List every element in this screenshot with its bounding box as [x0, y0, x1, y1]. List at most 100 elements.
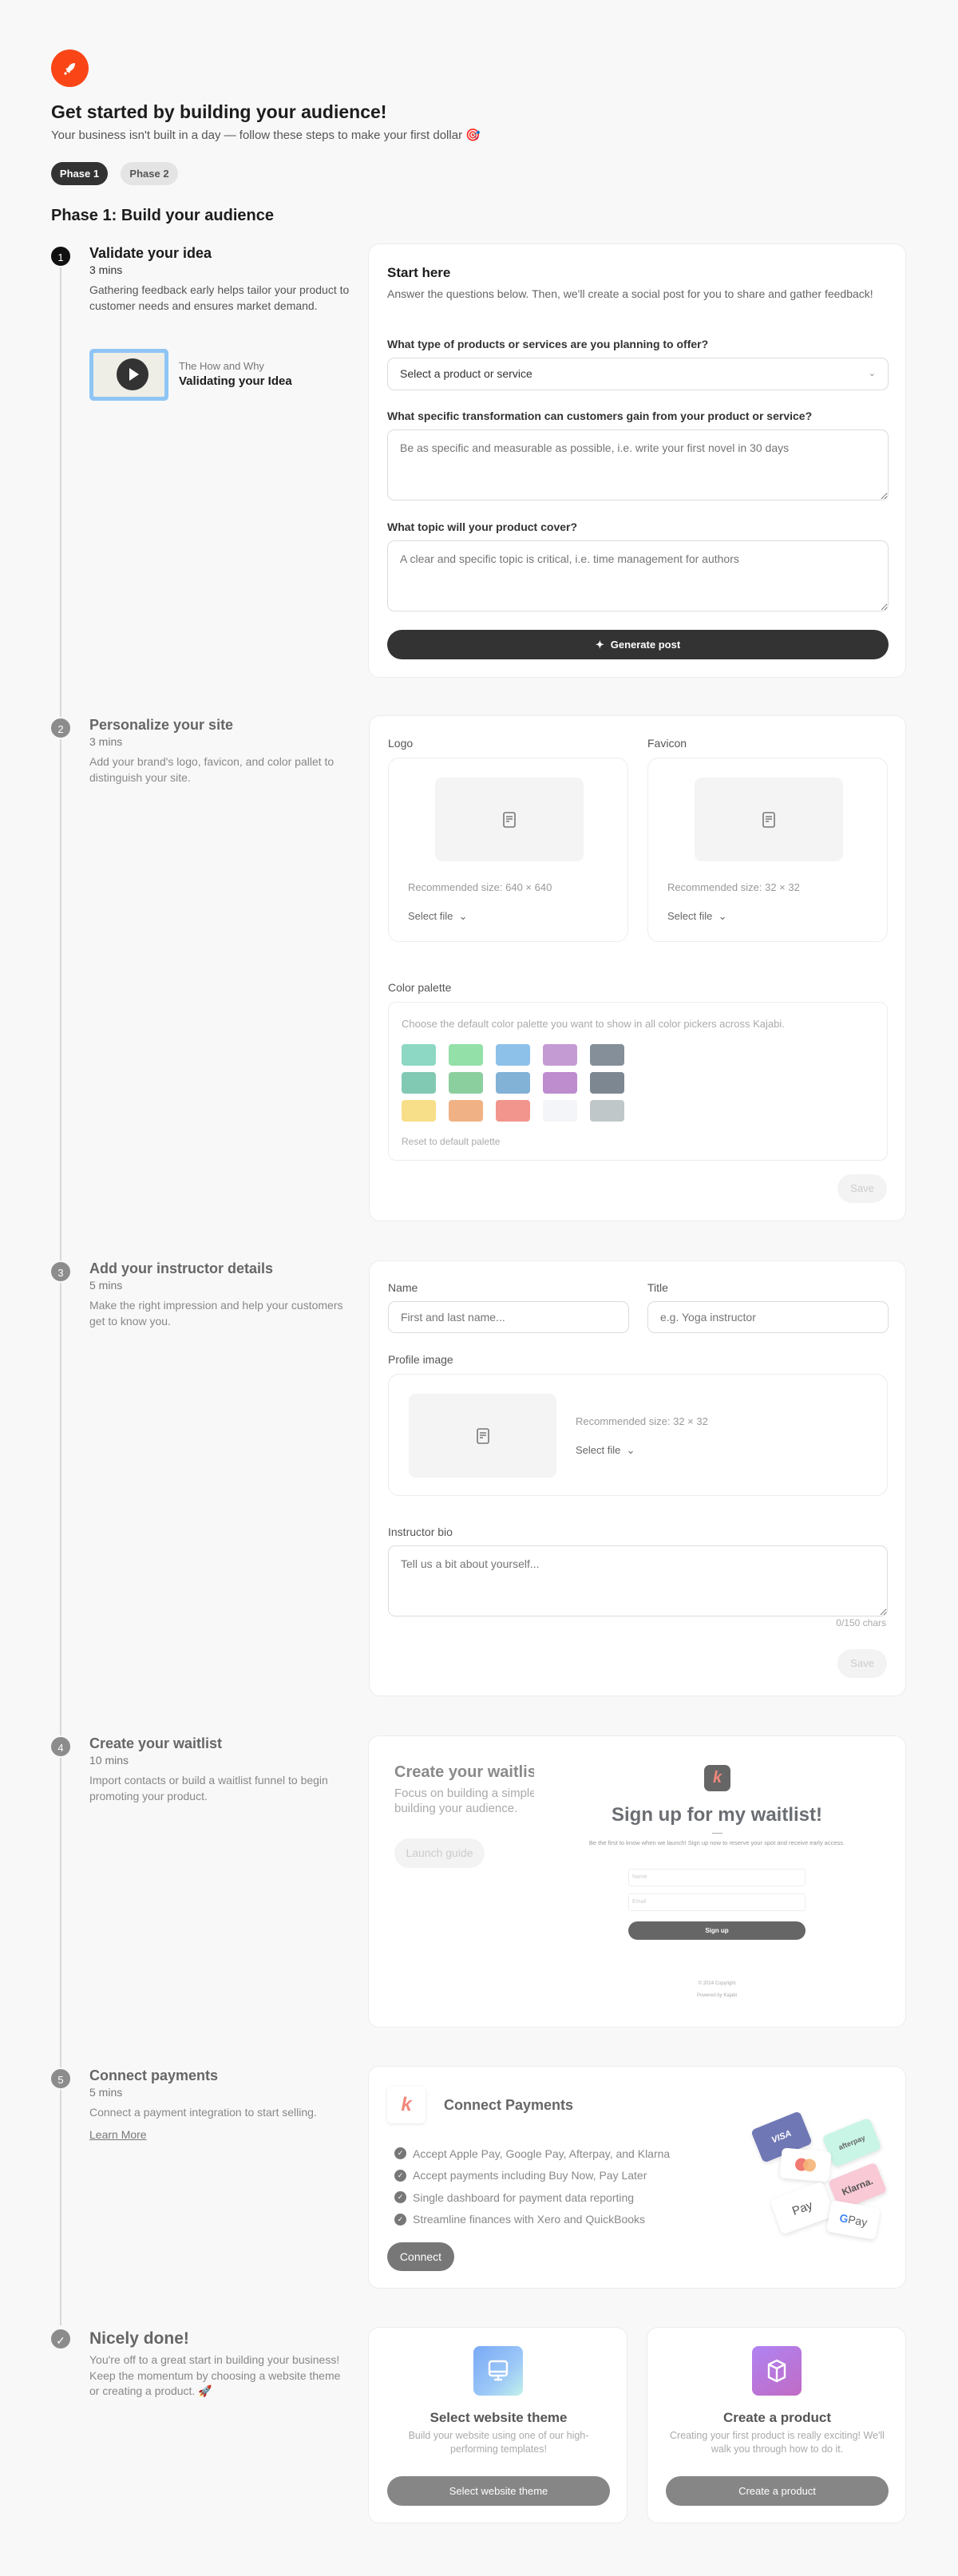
tab-phase-1[interactable]: Phase 1	[51, 162, 108, 185]
step-title: Personalize your site	[89, 717, 234, 733]
product-type-label: What type of products or services are yo…	[387, 338, 709, 350]
logo-select-file[interactable]: Select file ⌄	[408, 910, 468, 923]
profile-image-label: Profile image	[388, 1353, 453, 1366]
payments-title: Connect Payments	[444, 2097, 574, 2113]
transformation-textarea[interactable]	[387, 429, 889, 501]
file-icon	[695, 778, 843, 861]
preview-copyright: © 2024 Copyright	[698, 1981, 736, 1986]
logo-uploader[interactable]: Recommended size: 640 × 640 Select file …	[388, 758, 628, 942]
color-swatch[interactable]	[402, 1044, 436, 1066]
step-payments: Connect payments 5 mins Connect a paymen…	[89, 2067, 353, 2143]
connect-button[interactable]: Connect	[387, 2242, 454, 2271]
step-1-badge: 1	[49, 245, 72, 267]
profile-select-file[interactable]: Select file ⌄	[576, 1444, 635, 1457]
color-swatch[interactable]	[496, 1072, 530, 1094]
benefit-item: Accept payments including Buy Now, Pay L…	[413, 2169, 647, 2182]
color-swatch[interactable]	[402, 1100, 436, 1122]
color-swatch[interactable]	[449, 1044, 483, 1066]
waitlist-intro: Create your waitlist Focus on building a…	[394, 1762, 534, 1816]
check-circle-icon: ✓	[394, 2191, 406, 2204]
reset-palette-link[interactable]: Reset to default palette	[402, 1135, 500, 1148]
create-product-button[interactable]: Create a product	[666, 2476, 889, 2506]
title-input[interactable]	[647, 1301, 889, 1333]
box-icon	[752, 2346, 802, 2396]
rocket-icon	[51, 49, 89, 87]
step-4-badge: 4	[49, 1735, 72, 1758]
google-pay-card-icon: G Pay	[825, 2199, 881, 2241]
product-type-select[interactable]: Select a product or service ⌄	[387, 358, 889, 390]
step-instructor: Add your instructor details 5 mins Make …	[89, 1260, 353, 1329]
chevron-down-icon: ⌄	[868, 369, 876, 378]
favicon-uploader[interactable]: Recommended size: 32 × 32 Select file ⌄	[647, 758, 888, 942]
card-title: Select website theme	[430, 2410, 568, 2425]
save-button[interactable]: Save	[837, 1649, 887, 1678]
video-kicker: The How and Why	[179, 360, 264, 372]
check-circle-icon: ✓	[394, 2169, 406, 2182]
video-thumbnail[interactable]	[89, 349, 168, 401]
color-swatch[interactable]	[543, 1044, 577, 1066]
step-description: Gathering feedback early helps tailor yo…	[89, 283, 350, 312]
step-title: Add your instructor details	[89, 1260, 274, 1276]
step-description: Make the right impression and help your …	[89, 1299, 343, 1328]
step-2-badge: 2	[49, 717, 72, 739]
profile-image-uploader[interactable]: Recommended size: 32 × 32 Select file ⌄	[388, 1374, 888, 1496]
waitlist-desc: building your audience.	[394, 1802, 518, 1815]
topic-textarea[interactable]	[387, 540, 889, 611]
instructor-card: Name Title Profile image Recommended siz…	[369, 1260, 906, 1696]
card-title: Start here	[387, 265, 451, 280]
select-file-label: Select file	[667, 910, 713, 922]
profile-recommended-size: Recommended size: 32 × 32	[576, 1415, 708, 1427]
color-swatch[interactable]	[402, 1072, 436, 1094]
google-pay-label: Pay	[847, 2212, 869, 2229]
step-5-badge: 5	[49, 2068, 72, 2090]
step-personalize: Personalize your site 3 mins Add your br…	[89, 716, 353, 785]
file-icon	[409, 1394, 556, 1478]
generate-post-button[interactable]: ✦ Generate post	[387, 630, 889, 659]
waitlist-title: Create your waitlist	[394, 1763, 534, 1781]
kajabi-logo: k	[704, 1765, 730, 1791]
name-input[interactable]	[388, 1301, 629, 1333]
color-swatch[interactable]	[449, 1072, 483, 1094]
palette-box: Choose the default color palette you wan…	[388, 1002, 888, 1161]
title-label: Title	[647, 1281, 668, 1294]
color-swatch[interactable]	[590, 1100, 624, 1122]
save-button[interactable]: Save	[837, 1174, 887, 1203]
video-title[interactable]: Validating your Idea	[179, 374, 292, 389]
create-product-card: Create a product Creating your first pro…	[647, 2327, 906, 2523]
color-swatch[interactable]	[543, 1100, 577, 1122]
color-swatch[interactable]	[496, 1100, 530, 1122]
step-validate: Validate your idea 3 mins Gathering feed…	[89, 244, 353, 314]
bio-textarea[interactable]	[388, 1545, 888, 1616]
launch-guide-button[interactable]: Launch guide	[394, 1838, 485, 1868]
benefit-item: Streamline finances with Xero and QuickB…	[413, 2213, 646, 2226]
tab-phase-2[interactable]: Phase 2	[121, 162, 178, 185]
payments-card: k Connect Payments ✓ Accept Apple Pay, Go…	[368, 2066, 906, 2289]
color-swatch[interactable]	[449, 1100, 483, 1122]
payments-benefits: ✓ Accept Apple Pay, Google Pay, Afterpay,…	[394, 2143, 670, 2230]
favicon-select-file[interactable]: Select file ⌄	[667, 910, 727, 923]
page-title: Get started by building your audience!	[51, 101, 387, 122]
divider	[712, 1833, 722, 1834]
preview-powered-by: Powered by Kajabi	[696, 1993, 738, 1998]
mastercard-card-icon	[779, 2147, 832, 2182]
monitor-icon	[473, 2346, 523, 2396]
color-swatch[interactable]	[543, 1072, 577, 1094]
color-swatch[interactable]	[590, 1044, 624, 1066]
color-swatch[interactable]	[496, 1044, 530, 1066]
chevron-down-icon: ⌄	[456, 910, 468, 922]
afterpay-card-icon: afterpay	[821, 2117, 882, 2168]
step-duration: 3 mins	[89, 735, 123, 748]
step-3-badge: 3	[49, 1260, 72, 1283]
color-swatch[interactable]	[590, 1072, 624, 1094]
play-icon[interactable]	[117, 358, 148, 390]
step-title: Connect payments	[89, 2068, 219, 2083]
swatch-grid	[402, 1044, 624, 1122]
button-label: Generate post	[610, 639, 681, 651]
step-duration: 10 mins	[89, 1754, 129, 1767]
learn-more-link[interactable]: Learn More	[89, 2127, 147, 2143]
sparkle-icon: ✦	[595, 638, 604, 651]
select-website-theme-button[interactable]: Select website theme	[387, 2476, 610, 2506]
step-description: Import contacts or build a waitlist funn…	[89, 1774, 328, 1802]
kajabi-logo: k	[387, 2087, 426, 2123]
done-title: Nicely done!	[89, 2329, 189, 2348]
